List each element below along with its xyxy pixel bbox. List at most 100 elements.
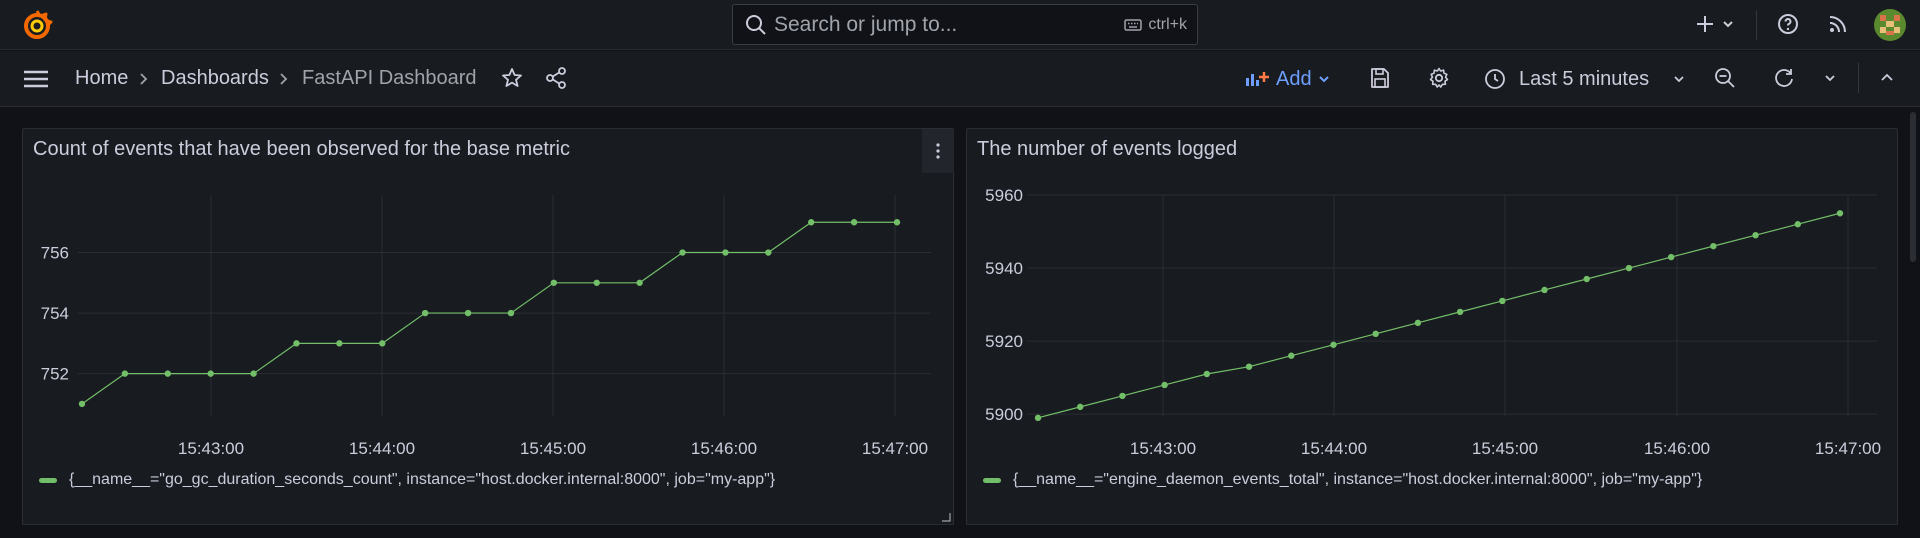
resize-handle-icon[interactable] (941, 512, 951, 522)
breadcrumb-home[interactable]: Home (75, 67, 128, 90)
x-tick-label: 15:43:00 (1130, 439, 1196, 458)
y-tick-label: 5920 (985, 332, 1023, 351)
data-point[interactable] (593, 279, 600, 286)
hamburger-icon[interactable] (22, 67, 50, 91)
data-point[interactable] (336, 340, 343, 347)
news-button[interactable] (1826, 12, 1850, 41)
legend-swatch (983, 477, 1001, 483)
data-point[interactable] (765, 249, 772, 256)
grid (1027, 194, 1877, 416)
data-point[interactable] (1203, 370, 1211, 378)
top-bar: Search or jump to... ctrl+k (0, 0, 1920, 50)
chevron-right-icon (280, 73, 288, 85)
legend-item[interactable]: {__name__="engine_daemon_events_total", … (983, 471, 1702, 489)
data-point[interactable] (1752, 231, 1759, 239)
x-tick-label: 15:44:00 (349, 439, 415, 458)
data-point[interactable] (1667, 253, 1675, 261)
star-icon[interactable] (500, 66, 524, 90)
data-point[interactable] (78, 400, 86, 408)
divider (1858, 63, 1859, 93)
data-point[interactable] (1372, 330, 1379, 338)
breadcrumb-current: FastAPI Dashboard (302, 67, 477, 89)
avatar[interactable] (1874, 9, 1906, 46)
data-point[interactable] (207, 370, 214, 377)
data-point[interactable] (1245, 363, 1253, 370)
share-icon[interactable] (544, 66, 568, 90)
series-line (1037, 212, 1841, 419)
data-point[interactable] (164, 370, 171, 377)
data-point[interactable] (679, 249, 686, 256)
divider (1756, 10, 1757, 40)
y-tick-label: 752 (41, 365, 69, 384)
data-point[interactable] (1288, 352, 1295, 359)
data-point[interactable] (1077, 403, 1084, 411)
shortcut-label: ctrl+k (1148, 15, 1187, 33)
y-tick-label: 756 (41, 244, 69, 263)
legend-label: {__name__="engine_daemon_events_total", … (1013, 471, 1703, 488)
breadcrumb-dashboards[interactable]: Dashboards (161, 67, 269, 90)
help-button[interactable] (1776, 12, 1800, 41)
refresh-icon[interactable] (1772, 66, 1796, 90)
data-point[interactable] (121, 370, 129, 377)
clock-icon (1485, 69, 1505, 89)
data-point[interactable] (1794, 221, 1801, 228)
data-point[interactable] (293, 340, 300, 347)
data-point[interactable] (507, 309, 515, 317)
data-point[interactable] (1583, 275, 1590, 283)
save-icon[interactable] (1368, 66, 1392, 90)
time-range-label: Last 5 minutes (1519, 67, 1650, 90)
plus-icon (1697, 16, 1733, 32)
data-point[interactable] (464, 309, 472, 317)
line-chart: 5900 5920 5940 5960 15:43:00 15:44:00 15:45:00… (985, 186, 1881, 458)
chevron-up-icon[interactable] (1878, 69, 1896, 87)
data-point[interactable] (250, 370, 257, 377)
data-point[interactable] (550, 279, 558, 286)
data-point[interactable] (379, 340, 386, 347)
search-bar[interactable]: Search or jump to... ctrl+k (732, 4, 1198, 45)
grafana-logo[interactable] (20, 8, 54, 42)
new-menu-button[interactable] (1694, 12, 1738, 41)
gear-icon[interactable] (1427, 66, 1451, 90)
line-chart: 752 754 756 15:43:00 15:44:00 15:45:00 15:46:0… (41, 195, 931, 458)
data-point[interactable] (636, 279, 643, 286)
data-point[interactable] (1414, 319, 1422, 327)
add-panel-icon (1246, 72, 1269, 86)
add-button[interactable]: Add (1244, 64, 1331, 94)
y-tick-label: 5900 (985, 405, 1023, 424)
time-range-picker[interactable]: Last 5 minutes (1484, 64, 1686, 94)
page-scrollbar[interactable] (1910, 112, 1916, 262)
y-tick-label: 754 (41, 304, 69, 323)
data-point[interactable] (1034, 414, 1042, 422)
data-point[interactable] (1710, 242, 1717, 250)
keyboard-icon (1124, 18, 1143, 31)
search-icon (746, 14, 766, 35)
data-point[interactable] (1541, 286, 1548, 294)
refresh-interval-chevron-icon[interactable] (1823, 71, 1837, 85)
data-point[interactable] (421, 309, 429, 317)
x-tick-label: 15:46:00 (1644, 439, 1710, 458)
chevron-right-icon (140, 73, 148, 85)
data-point[interactable] (808, 219, 815, 226)
data-point[interactable] (1836, 210, 1844, 217)
legend-item[interactable]: {__name__="go_gc_duration_seconds_count"… (39, 471, 775, 489)
search-placeholder: Search or jump to... (774, 12, 958, 36)
data-point[interactable] (1119, 392, 1126, 400)
zoom-out-icon[interactable] (1713, 66, 1737, 90)
data-point[interactable] (722, 249, 729, 256)
x-tick-label: 15:44:00 (1301, 439, 1367, 458)
legend-label: {__name__="go_gc_duration_seconds_count"… (69, 471, 776, 488)
x-tick-label: 15:47:00 (1815, 439, 1881, 458)
data-point[interactable] (1499, 297, 1506, 305)
x-tick-label: 15:47:00 (862, 439, 928, 458)
add-label: Add (1276, 67, 1312, 90)
data-point[interactable] (850, 219, 858, 226)
y-tick-label: 5940 (985, 259, 1023, 278)
data-point[interactable] (893, 219, 901, 226)
chevron-down-icon (1318, 76, 1329, 83)
data-point[interactable] (1161, 381, 1168, 389)
panel-gc-count: Count of events that have been observed … (22, 128, 954, 525)
data-point[interactable] (1456, 308, 1464, 316)
data-point[interactable] (1625, 264, 1633, 272)
x-tick-label: 15:43:00 (178, 439, 244, 458)
data-point[interactable] (1330, 341, 1337, 348)
